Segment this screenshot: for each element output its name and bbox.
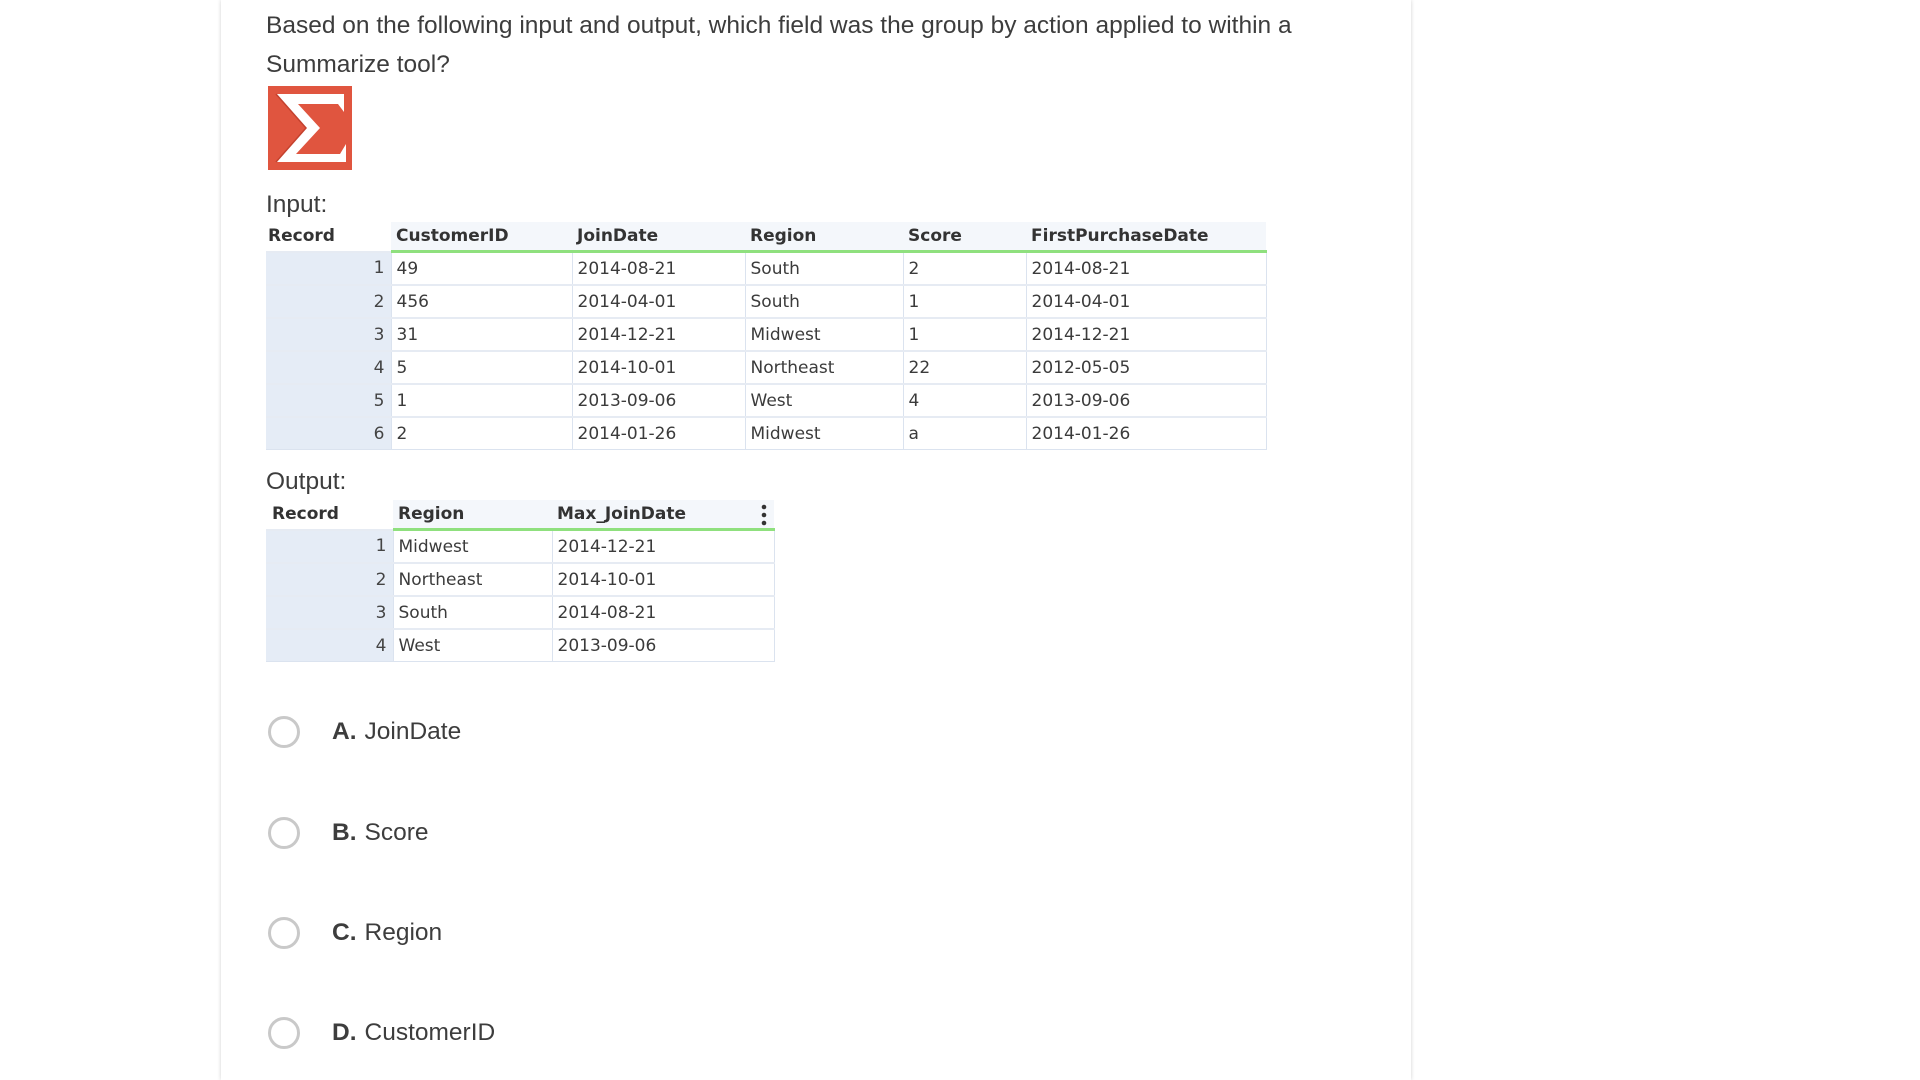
- column-header-region[interactable]: Region: [393, 500, 552, 531]
- table-cell: 2014-01-26: [1025, 416, 1267, 450]
- table-cell: 2014-08-21: [551, 595, 775, 630]
- table-cell: 2: [390, 416, 573, 450]
- option-c[interactable]: C. Region: [266, 915, 866, 959]
- table-cell: West: [744, 383, 904, 418]
- table-row: 4 West 2013-09-06: [266, 628, 775, 662]
- output-table: Record Region Max_JoinDate 1 Midwest 201…: [266, 500, 775, 662]
- record-number: 1: [266, 528, 394, 564]
- record-number: 1: [266, 250, 392, 286]
- option-d-text: D. CustomerID: [332, 1018, 495, 1048]
- table-cell: Northeast: [392, 562, 553, 597]
- output-header-row: Record Region Max_JoinDate: [266, 500, 774, 531]
- table-cell: 5: [390, 350, 573, 385]
- table-row: 4 5 2014-10-01 Northeast 22 2012-05-05: [266, 350, 1267, 385]
- table-row: 3 31 2014-12-21 Midwest 1 2014-12-21: [266, 317, 1267, 352]
- record-number: 5: [266, 383, 392, 418]
- table-cell: South: [744, 250, 904, 286]
- table-row: 2 Northeast 2014-10-01: [266, 562, 775, 597]
- record-number: 6: [266, 416, 392, 450]
- table-cell: 2014-10-01: [551, 562, 775, 597]
- table-cell: 2013-09-06: [1025, 383, 1267, 418]
- column-header-record[interactable]: Record: [266, 500, 393, 530]
- question-line-1: Based on the following input and output,…: [266, 12, 1292, 39]
- option-letter: D.: [332, 1019, 357, 1046]
- table-cell: 49: [390, 250, 573, 286]
- table-cell: 2014-08-21: [1025, 250, 1267, 286]
- column-header-customerid[interactable]: CustomerID: [391, 222, 572, 253]
- summarize-sigma-icon: [268, 86, 352, 170]
- table-cell: 1: [390, 383, 573, 418]
- option-label: Score: [364, 819, 429, 846]
- question-line-2: Summarize tool?: [266, 51, 450, 78]
- column-header-firstpurchasedate[interactable]: FirstPurchaseDate: [1026, 222, 1266, 253]
- table-row: 5 1 2013-09-06 West 4 2013-09-06: [266, 383, 1267, 418]
- column-header-max-joindate-label: Max_JoinDate: [557, 504, 687, 524]
- option-label: JoinDate: [364, 718, 462, 745]
- output-label: Output:: [266, 468, 347, 495]
- table-cell: South: [392, 595, 553, 630]
- table-cell: 2014-12-21: [1025, 317, 1267, 352]
- table-cell: South: [744, 284, 904, 319]
- table-cell: 2: [902, 250, 1027, 286]
- radio-button-icon[interactable]: [268, 716, 300, 748]
- input-label: Input:: [266, 191, 328, 218]
- option-letter: C.: [332, 919, 357, 946]
- table-cell: Northeast: [744, 350, 904, 385]
- table-cell: 1: [902, 317, 1027, 352]
- column-header-record[interactable]: Record: [266, 222, 391, 252]
- table-row: 2 456 2014-04-01 South 1 2014-04-01: [266, 284, 1267, 319]
- table-cell: 2012-05-05: [1025, 350, 1267, 385]
- table-cell: 2014-12-21: [571, 317, 746, 352]
- table-cell: Midwest: [392, 528, 553, 564]
- kebab-menu-icon[interactable]: [761, 504, 767, 526]
- table-row: 1 49 2014-08-21 South 2 2014-08-21: [266, 250, 1267, 286]
- table-cell: 2013-09-06: [551, 628, 775, 662]
- record-number: 2: [266, 562, 394, 597]
- record-number: 3: [266, 317, 392, 352]
- option-letter: A.: [332, 718, 357, 745]
- option-b-text: B. Score: [332, 818, 429, 848]
- option-label: Region: [364, 919, 443, 946]
- radio-button-icon[interactable]: [268, 1017, 300, 1049]
- table-cell: 31: [390, 317, 573, 352]
- column-header-score[interactable]: Score: [903, 222, 1026, 253]
- table-cell: West: [392, 628, 553, 662]
- table-cell: 2014-08-21: [571, 250, 746, 286]
- radio-button-icon[interactable]: [268, 917, 300, 949]
- option-letter: B.: [332, 819, 357, 846]
- table-cell: 1: [902, 284, 1027, 319]
- table-cell: 456: [390, 284, 573, 319]
- question-text: Based on the following input and output,…: [266, 6, 1386, 84]
- table-cell: 2013-09-06: [571, 383, 746, 418]
- input-table: Record CustomerID JoinDate Region Score …: [266, 222, 1267, 450]
- radio-button-icon[interactable]: [268, 817, 300, 849]
- option-b[interactable]: B. Score: [266, 815, 866, 859]
- column-header-max-joindate[interactable]: Max_JoinDate: [552, 500, 774, 531]
- record-number: 3: [266, 595, 394, 630]
- table-row: 6 2 2014-01-26 Midwest a 2014-01-26: [266, 416, 1267, 450]
- column-header-region[interactable]: Region: [745, 222, 903, 253]
- table-cell: 2014-04-01: [1025, 284, 1267, 319]
- table-cell: a: [902, 416, 1027, 450]
- table-cell: Midwest: [744, 317, 904, 352]
- option-a-text: A. JoinDate: [332, 717, 461, 747]
- table-cell: Midwest: [744, 416, 904, 450]
- table-cell: 2014-01-26: [571, 416, 746, 450]
- input-header-row: Record CustomerID JoinDate Region Score …: [266, 222, 1266, 253]
- option-c-text: C. Region: [332, 918, 442, 948]
- table-cell: 2014-04-01: [571, 284, 746, 319]
- record-number: 4: [266, 350, 392, 385]
- record-number: 4: [266, 628, 394, 662]
- option-a[interactable]: A. JoinDate: [266, 714, 866, 758]
- table-cell: 2014-10-01: [571, 350, 746, 385]
- column-header-joindate[interactable]: JoinDate: [572, 222, 745, 253]
- record-number: 2: [266, 284, 392, 319]
- option-d[interactable]: D. CustomerID: [266, 1015, 866, 1059]
- option-label: CustomerID: [364, 1019, 496, 1046]
- table-row: 3 South 2014-08-21: [266, 595, 775, 630]
- table-cell: 4: [902, 383, 1027, 418]
- table-row: 1 Midwest 2014-12-21: [266, 528, 775, 564]
- table-cell: 2014-12-21: [551, 528, 775, 564]
- table-cell: 22: [902, 350, 1027, 385]
